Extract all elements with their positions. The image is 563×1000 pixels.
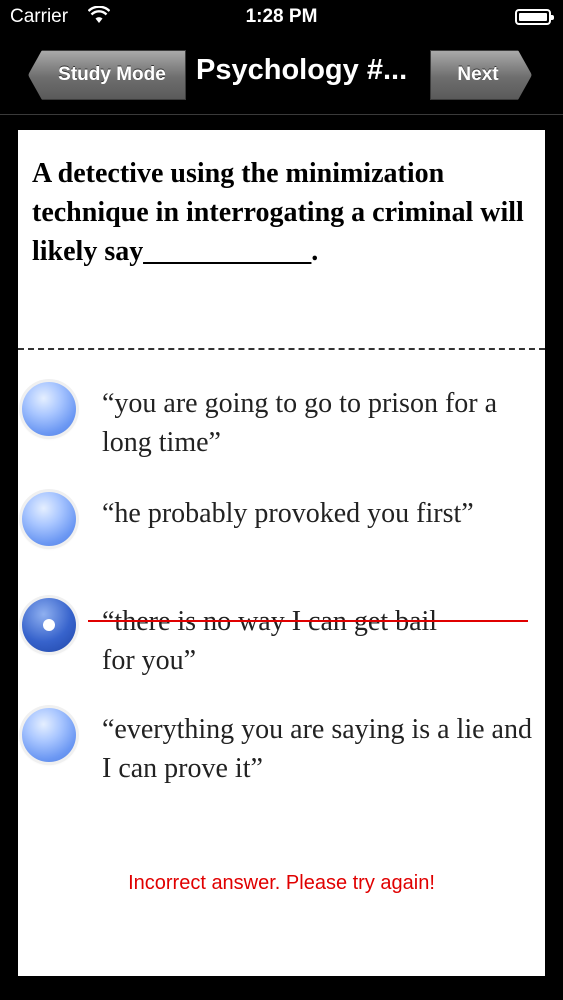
next-button[interactable]: Next <box>430 50 532 100</box>
crossed-out-line <box>88 620 528 622</box>
answer-option-3[interactable]: “there is no way I can get bail for you” <box>18 596 545 696</box>
status-time: 1:28 PM <box>245 6 318 27</box>
answer-text-2: “he probably provoked you first” <box>102 498 474 529</box>
answer-option-1[interactable]: “you are going to go to prison for a lon… <box>18 378 545 478</box>
answer-text-4: “everything you are saying is a lie and … <box>102 714 532 784</box>
answer-text-1: “you are going to go to prison for a lon… <box>102 388 498 458</box>
answer-option-2[interactable]: “he probably provoked you first” <box>18 488 545 588</box>
radio-button-1[interactable] <box>22 382 76 436</box>
question-divider <box>18 348 545 350</box>
quiz-card: A detective using the minimization techn… <box>18 130 545 976</box>
status-bar: Carrier 1:28 PM <box>0 0 563 36</box>
study-mode-back-button[interactable]: Study Mode <box>28 50 186 100</box>
radio-button-4[interactable] <box>22 708 76 762</box>
battery-icon <box>515 9 554 25</box>
question-text: A detective using the minimization techn… <box>32 158 524 267</box>
feedback-message: Incorrect answer. Please try again! <box>128 872 435 894</box>
navigation-bar: Study Mode Psychology #... Next <box>0 36 563 115</box>
answer-text-3: “there is no way I can get bail for you” <box>88 602 532 680</box>
answer-text-3-line2: for you” <box>102 645 197 676</box>
radio-button-2[interactable] <box>22 492 76 546</box>
page-title: Psychology #... <box>196 54 408 86</box>
answer-option-4[interactable]: “everything you are saying is a lie and … <box>18 704 545 804</box>
radio-selected-dot <box>43 619 55 631</box>
radio-button-3-selected[interactable] <box>22 598 76 652</box>
